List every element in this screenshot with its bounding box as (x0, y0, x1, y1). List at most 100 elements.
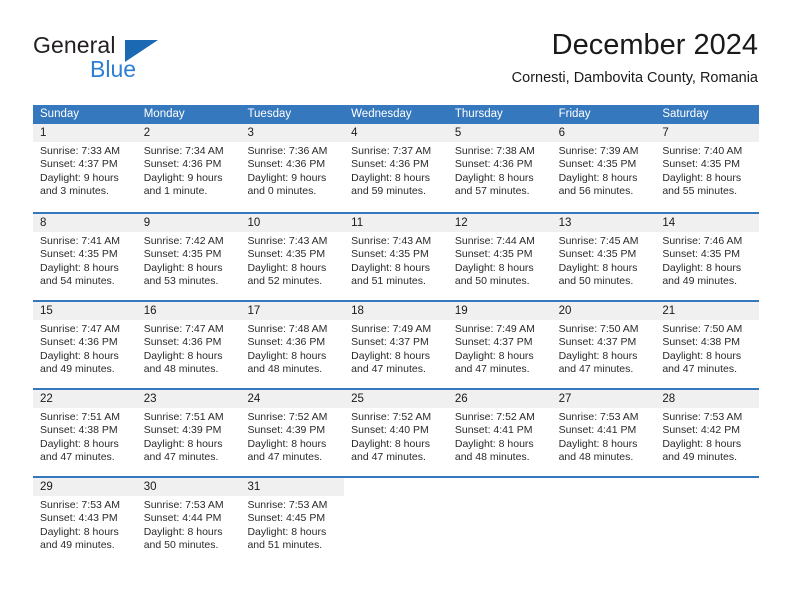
day-number: 16 (136, 302, 241, 320)
day-number: 17 (240, 302, 345, 320)
daylight-text-line1: Daylight: 8 hours (558, 171, 638, 184)
daylight-text-line1: Daylight: 8 hours (558, 437, 638, 450)
calendar-day-cell[interactable]: 17 Sunrise: 7:48 AM Sunset: 4:36 PM Dayl… (240, 302, 345, 388)
day-number: 22 (33, 390, 137, 408)
daylight-text-line2: and 55 minutes. (662, 185, 738, 198)
calendar-day-cell[interactable]: 28 Sunrise: 7:53 AM Sunset: 4:42 PM Dayl… (655, 390, 760, 476)
calendar-day-cell[interactable]: 1 Sunrise: 7:33 AM Sunset: 4:37 PM Dayli… (33, 124, 137, 212)
day-details: Sunrise: 7:52 AM Sunset: 4:39 PM Dayligh… (240, 408, 344, 465)
calendar-day-cell[interactable]: 20 Sunrise: 7:50 AM Sunset: 4:37 PM Dayl… (551, 302, 656, 388)
calendar-page: General Blue December 2024 Cornesti, Dam… (0, 0, 792, 612)
weekday-header-row: Sunday Monday Tuesday Wednesday Thursday… (33, 105, 759, 124)
calendar-day-cell[interactable]: 7 Sunrise: 7:40 AM Sunset: 4:35 PM Dayli… (655, 124, 760, 212)
logo-text-blue: Blue (90, 56, 137, 82)
daylight-text-line1: Daylight: 8 hours (143, 261, 223, 274)
daylight-text-line1: Daylight: 8 hours (558, 349, 638, 362)
day-details: Sunrise: 7:43 AM Sunset: 4:35 PM Dayligh… (344, 232, 448, 289)
sunset-text: Sunset: 4:36 PM (454, 158, 533, 171)
day-details: Sunrise: 7:46 AM Sunset: 4:35 PM Dayligh… (655, 232, 759, 289)
sunrise-text: Sunrise: 7:52 AM (454, 411, 535, 423)
day-number: 11 (344, 214, 448, 232)
daylight-text-line2: and 48 minutes. (247, 363, 323, 376)
daylight-text-line1: Daylight: 8 hours (40, 261, 119, 274)
sunset-text: Sunset: 4:36 PM (143, 158, 222, 171)
calendar-day-cell[interactable]: 16 Sunrise: 7:47 AM Sunset: 4:36 PM Dayl… (136, 302, 241, 388)
weekday-header-friday: Friday (558, 108, 591, 120)
calendar-day-cell[interactable]: 12 Sunrise: 7:44 AM Sunset: 4:35 PM Dayl… (447, 214, 552, 300)
daylight-text-line1: Daylight: 8 hours (351, 349, 430, 362)
calendar-day-cell[interactable]: 10 Sunrise: 7:43 AM Sunset: 4:35 PM Dayl… (240, 214, 345, 300)
daylight-text-line2: and 47 minutes. (351, 363, 426, 376)
calendar-day-cell[interactable]: 25 Sunrise: 7:52 AM Sunset: 4:40 PM Dayl… (344, 390, 448, 476)
calendar-day-cell[interactable]: 3 Sunrise: 7:36 AM Sunset: 4:36 PM Dayli… (240, 124, 345, 212)
calendar-day-cell[interactable]: 5 Sunrise: 7:38 AM Sunset: 4:36 PM Dayli… (447, 124, 552, 212)
sunrise-text: Sunrise: 7:47 AM (143, 323, 224, 335)
calendar-day-cell[interactable]: 22 Sunrise: 7:51 AM Sunset: 4:38 PM Dayl… (33, 390, 137, 476)
sunset-text: Sunset: 4:41 PM (558, 424, 637, 437)
sunrise-text: Sunrise: 7:36 AM (247, 145, 328, 157)
sunrise-text: Sunrise: 7:53 AM (143, 499, 224, 511)
sunset-text: Sunset: 4:38 PM (662, 336, 740, 349)
sunset-text: Sunset: 4:35 PM (247, 248, 326, 261)
calendar-day-cell[interactable]: 19 Sunrise: 7:49 AM Sunset: 4:37 PM Dayl… (447, 302, 552, 388)
daylight-text-line2: and 52 minutes. (247, 275, 323, 288)
calendar-day-cell[interactable]: 13 Sunrise: 7:45 AM Sunset: 4:35 PM Dayl… (551, 214, 656, 300)
daylight-text-line2: and 56 minutes. (558, 185, 634, 198)
daylight-text-line1: Daylight: 8 hours (558, 261, 638, 274)
calendar-day-cell[interactable]: 4 Sunrise: 7:37 AM Sunset: 4:36 PM Dayli… (344, 124, 448, 212)
daylight-text-line2: and 57 minutes. (454, 185, 530, 198)
day-number: 12 (447, 214, 552, 232)
sunset-text: Sunset: 4:36 PM (40, 336, 118, 349)
day-number (447, 478, 552, 496)
day-details: Sunrise: 7:41 AM Sunset: 4:35 PM Dayligh… (33, 232, 137, 289)
calendar-day-cell[interactable]: 18 Sunrise: 7:49 AM Sunset: 4:37 PM Dayl… (344, 302, 448, 388)
day-number: 3 (240, 124, 345, 142)
calendar-day-cell[interactable]: 8 Sunrise: 7:41 AM Sunset: 4:35 PM Dayli… (33, 214, 137, 300)
sunrise-text: Sunrise: 7:52 AM (351, 411, 432, 423)
calendar-day-cell[interactable]: 27 Sunrise: 7:53 AM Sunset: 4:41 PM Dayl… (551, 390, 656, 476)
general-blue-logo[interactable]: General Blue (33, 32, 213, 88)
sunrise-text: Sunrise: 7:45 AM (558, 235, 639, 247)
calendar-day-cell[interactable]: 23 Sunrise: 7:51 AM Sunset: 4:39 PM Dayl… (136, 390, 241, 476)
day-details: Sunrise: 7:47 AM Sunset: 4:36 PM Dayligh… (137, 320, 241, 377)
sunrise-text: Sunrise: 7:50 AM (558, 323, 639, 335)
daylight-text-line2: and 49 minutes. (662, 275, 738, 288)
daylight-text-line1: Daylight: 8 hours (351, 171, 430, 184)
daylight-text-line2: and 50 minutes. (143, 539, 219, 552)
calendar-day-cell[interactable]: 14 Sunrise: 7:46 AM Sunset: 4:35 PM Dayl… (655, 214, 760, 300)
calendar-day-cell[interactable]: 6 Sunrise: 7:39 AM Sunset: 4:35 PM Dayli… (551, 124, 656, 212)
day-details: Sunrise: 7:50 AM Sunset: 4:38 PM Dayligh… (655, 320, 759, 377)
calendar-day-cell-empty (655, 478, 760, 564)
day-number: 10 (240, 214, 345, 232)
calendar-day-cell[interactable]: 29 Sunrise: 7:53 AM Sunset: 4:43 PM Dayl… (33, 478, 137, 564)
calendar-day-cell[interactable]: 9 Sunrise: 7:42 AM Sunset: 4:35 PM Dayli… (136, 214, 241, 300)
day-details: Sunrise: 7:48 AM Sunset: 4:36 PM Dayligh… (240, 320, 344, 377)
day-number: 1 (33, 124, 137, 142)
daylight-text-line2: and 49 minutes. (662, 451, 738, 464)
day-details: Sunrise: 7:49 AM Sunset: 4:37 PM Dayligh… (344, 320, 448, 377)
daylight-text-line2: and 47 minutes. (662, 363, 738, 376)
calendar-day-cell[interactable]: 30 Sunrise: 7:53 AM Sunset: 4:44 PM Dayl… (136, 478, 241, 564)
calendar-day-cell[interactable]: 2 Sunrise: 7:34 AM Sunset: 4:36 PM Dayli… (136, 124, 241, 212)
daylight-text-line1: Daylight: 8 hours (454, 349, 534, 362)
day-number: 6 (551, 124, 656, 142)
daylight-text-line2: and 3 minutes. (40, 185, 109, 198)
day-details: Sunrise: 7:51 AM Sunset: 4:38 PM Dayligh… (33, 408, 137, 465)
daylight-text-line1: Daylight: 8 hours (662, 349, 742, 362)
daylight-text-line2: and 49 minutes. (40, 539, 115, 552)
calendar-day-cell[interactable]: 24 Sunrise: 7:52 AM Sunset: 4:39 PM Dayl… (240, 390, 345, 476)
sunset-text: Sunset: 4:37 PM (351, 336, 429, 349)
calendar-day-cell[interactable]: 31 Sunrise: 7:53 AM Sunset: 4:45 PM Dayl… (240, 478, 345, 564)
calendar-day-cell[interactable]: 11 Sunrise: 7:43 AM Sunset: 4:35 PM Dayl… (344, 214, 448, 300)
day-number: 29 (33, 478, 137, 496)
weekday-header-wednesday: Wednesday (351, 108, 412, 120)
daylight-text-line2: and 0 minutes. (247, 185, 317, 198)
daylight-text-line1: Daylight: 9 hours (247, 171, 327, 184)
daylight-text-line2: and 59 minutes. (351, 185, 426, 198)
daylight-text-line2: and 47 minutes. (40, 451, 115, 464)
calendar-day-cell[interactable]: 21 Sunrise: 7:50 AM Sunset: 4:38 PM Dayl… (655, 302, 760, 388)
sunrise-text: Sunrise: 7:43 AM (247, 235, 328, 247)
calendar-day-cell[interactable]: 15 Sunrise: 7:47 AM Sunset: 4:36 PM Dayl… (33, 302, 137, 388)
sunset-text: Sunset: 4:37 PM (454, 336, 533, 349)
calendar-day-cell[interactable]: 26 Sunrise: 7:52 AM Sunset: 4:41 PM Dayl… (447, 390, 552, 476)
